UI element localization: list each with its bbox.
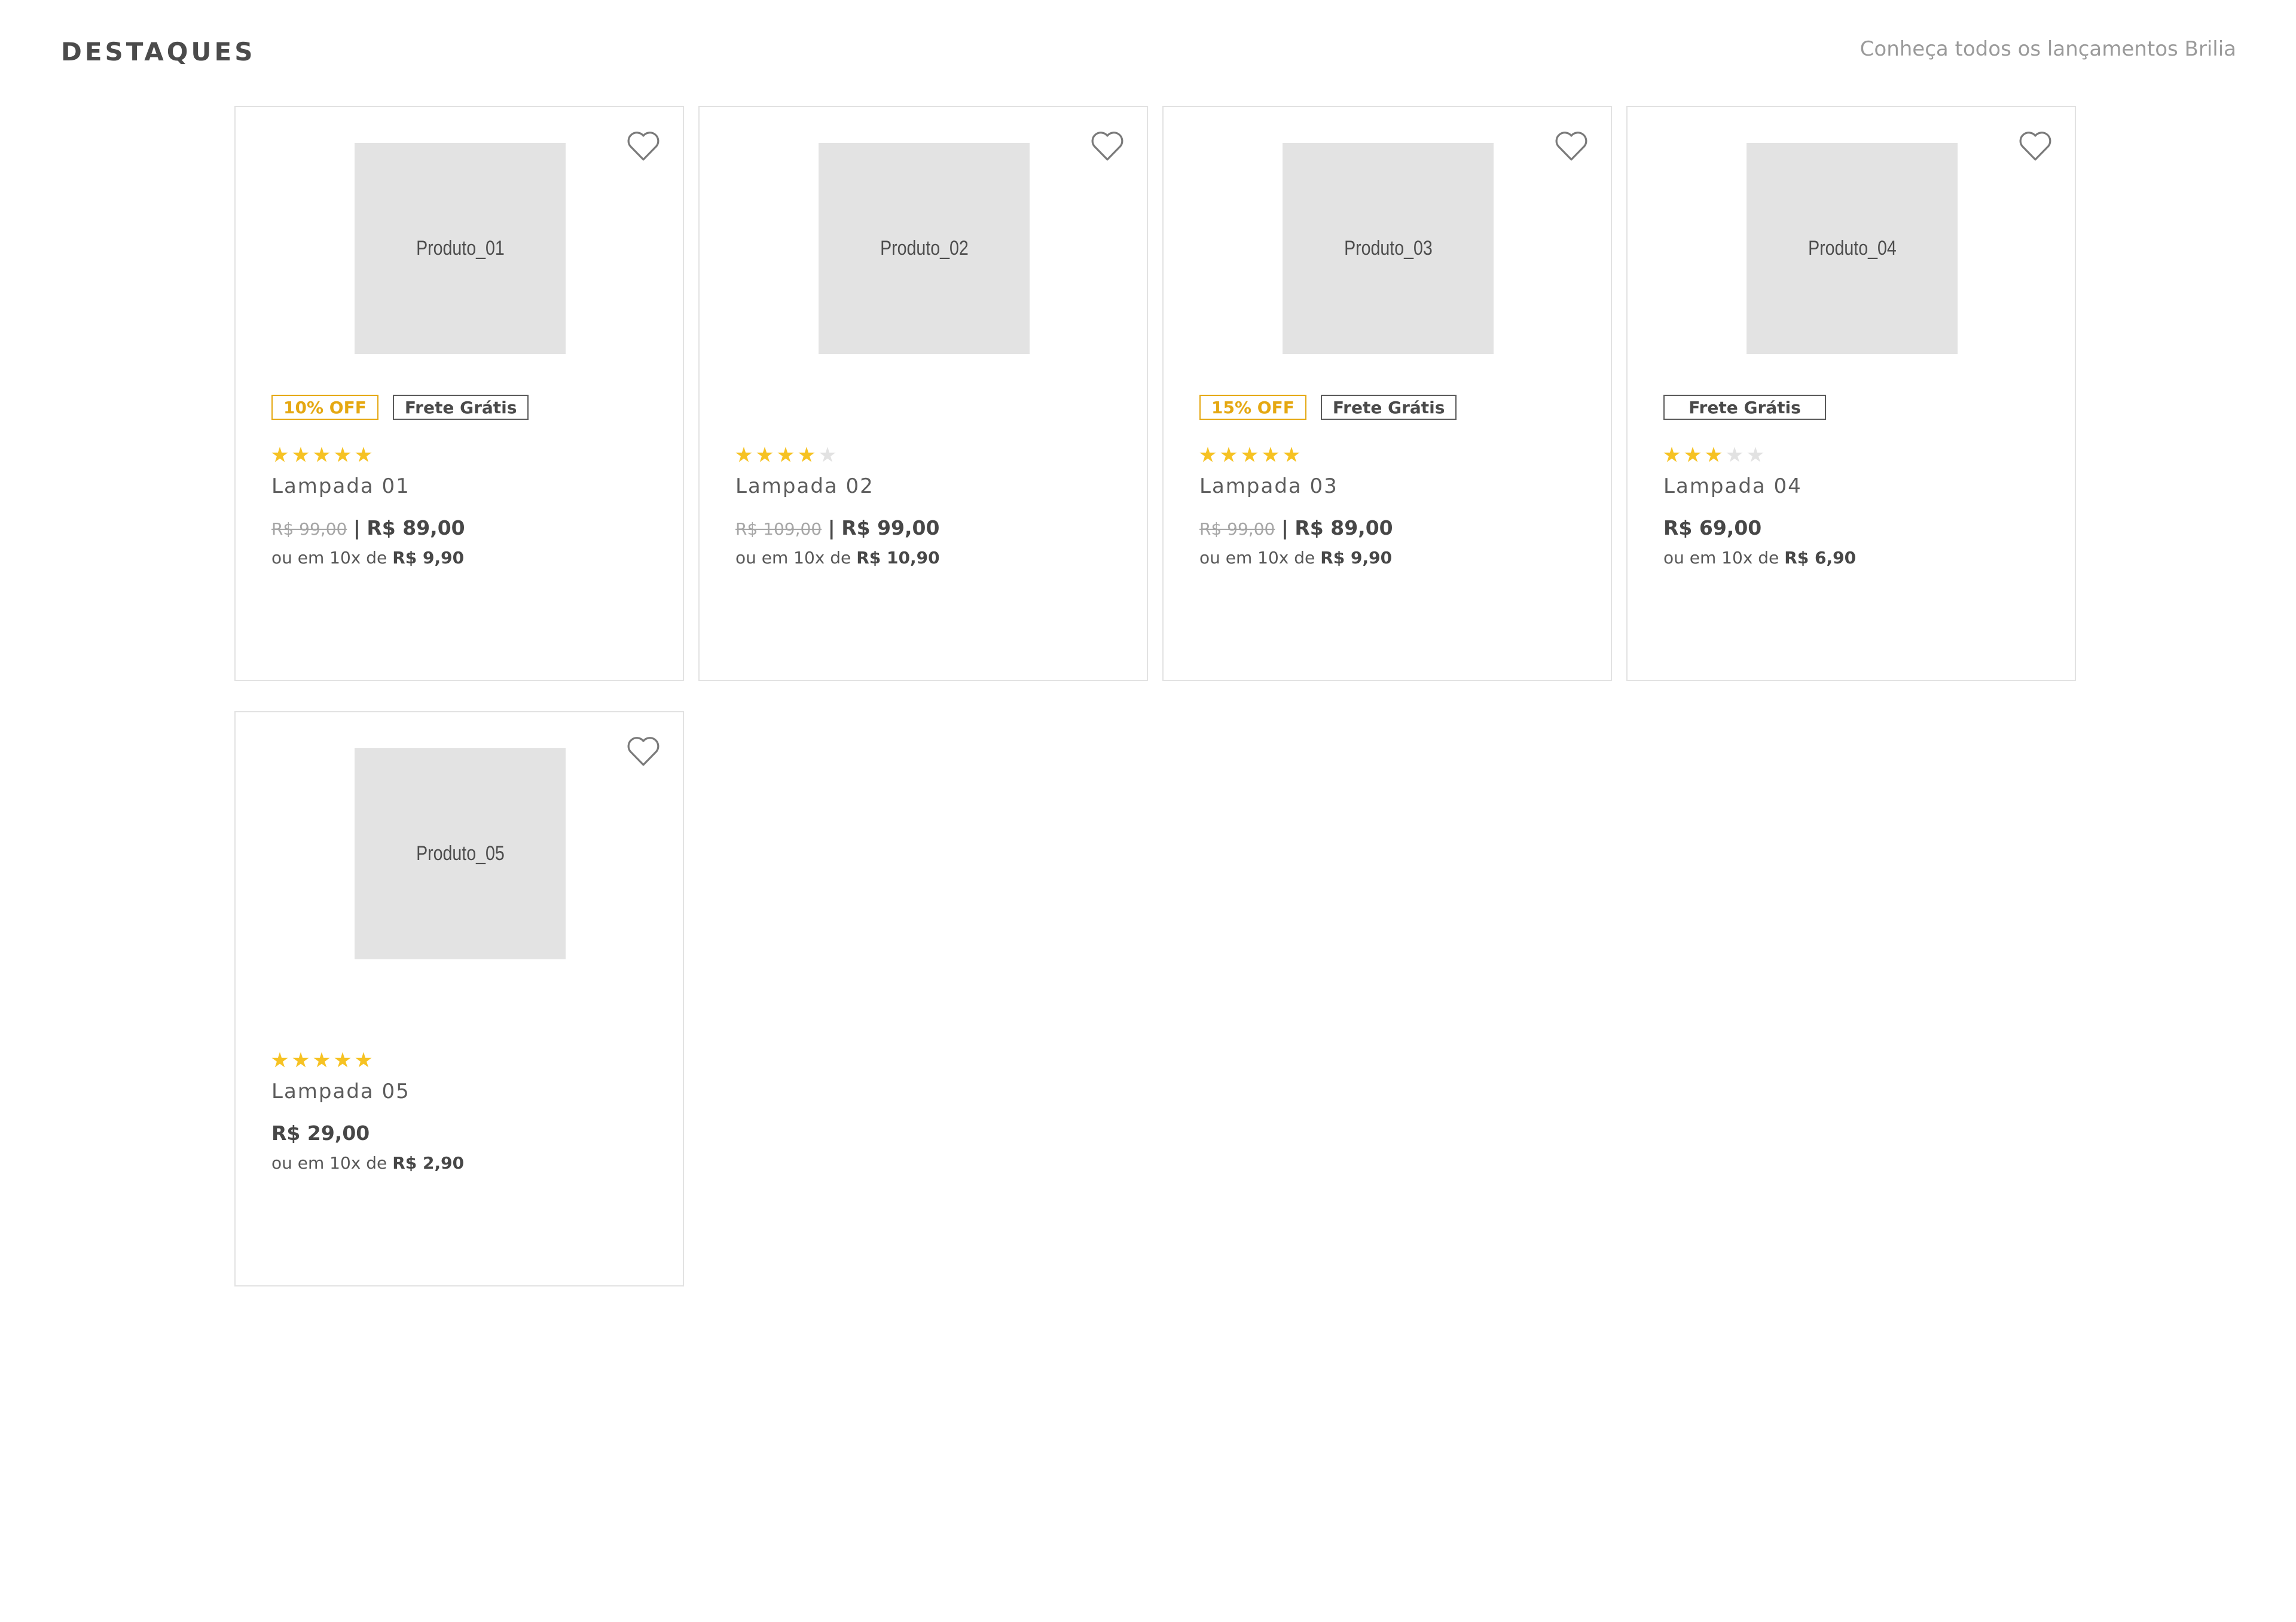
product-image[interactable]: Produto_01	[355, 143, 566, 354]
product-name[interactable]: Lampada 05	[271, 1080, 410, 1103]
star-icon	[1705, 447, 1722, 462]
installment-prefix: ou em 10x de	[735, 548, 851, 568]
star-icon	[819, 447, 836, 462]
discount-badge: 15% OFF	[1199, 395, 1306, 420]
section-title: DESTAQUES	[61, 37, 256, 66]
product-image-label: Produto_03	[1344, 237, 1433, 260]
star-icon	[1684, 447, 1701, 462]
star-icon	[1747, 447, 1764, 462]
favorite-heart-icon[interactable]	[625, 734, 661, 767]
star-icon	[1199, 447, 1216, 462]
installment-prefix: ou em 10x de	[271, 1153, 387, 1173]
product-image[interactable]: Produto_02	[819, 143, 1030, 354]
rating-stars	[1199, 447, 1300, 464]
star-icon	[355, 447, 372, 462]
current-price: R$ 89,00	[367, 516, 465, 539]
installment-line: ou em 10x de R$ 6,90	[1663, 548, 1856, 568]
star-icon	[271, 447, 288, 462]
product-card[interactable]: Produto_02 Lampada 02 R$ 109,00 | R$ 99,…	[698, 106, 1148, 681]
current-price: R$ 99,00	[841, 516, 940, 539]
star-icon	[292, 447, 309, 462]
discount-badge: 10% OFF	[271, 395, 378, 420]
star-icon	[1663, 447, 1680, 462]
badges: 10% OFF Frete Grátis	[271, 395, 529, 420]
product-card[interactable]: Produto_03 15% OFF Frete Grátis Lampada …	[1162, 106, 1612, 681]
star-icon	[756, 447, 773, 462]
favorite-heart-icon[interactable]	[2017, 129, 2053, 162]
favorite-heart-icon[interactable]	[625, 129, 661, 162]
price-separator: |	[353, 516, 361, 539]
star-icon	[313, 1052, 330, 1068]
badges: Frete Grátis	[1663, 395, 1826, 420]
old-price: R$ 109,00	[735, 519, 822, 539]
star-icon	[334, 447, 351, 462]
star-icon	[313, 447, 330, 462]
star-icon	[292, 1052, 309, 1068]
product-name[interactable]: Lampada 01	[271, 474, 410, 498]
product-card[interactable]: Produto_01 10% OFF Frete Grátis Lampada …	[234, 106, 684, 681]
old-price: R$ 99,00	[1199, 519, 1275, 539]
current-price: R$ 69,00	[1663, 516, 1762, 539]
installment-value: R$ 9,90	[1320, 548, 1393, 568]
installment-value: R$ 10,90	[856, 548, 940, 568]
product-name[interactable]: Lampada 02	[735, 474, 874, 498]
product-name[interactable]: Lampada 03	[1199, 474, 1338, 498]
old-price: R$ 99,00	[271, 519, 347, 539]
product-image-label: Produto_01	[416, 237, 505, 260]
star-icon	[1726, 447, 1743, 462]
price-separator: |	[1281, 516, 1289, 539]
star-icon	[1220, 447, 1237, 462]
star-icon	[1283, 447, 1300, 462]
star-icon	[735, 447, 752, 462]
favorite-heart-icon[interactable]	[1089, 129, 1125, 162]
price-line: R$ 29,00	[271, 1121, 370, 1145]
rating-stars	[735, 447, 836, 464]
installment-value: R$ 9,90	[392, 548, 465, 568]
free-shipping-badge: Frete Grátis	[392, 395, 529, 420]
installment-line: ou em 10x de R$ 10,90	[735, 548, 940, 568]
star-icon	[1241, 447, 1258, 462]
product-grid: Produto_01 10% OFF Frete Grátis Lampada …	[234, 106, 2076, 1286]
current-price: R$ 89,00	[1294, 516, 1393, 539]
product-image[interactable]: Produto_03	[1283, 143, 1494, 354]
star-icon	[798, 447, 815, 462]
installment-line: ou em 10x de R$ 9,90	[271, 548, 464, 568]
free-shipping-badge: Frete Grátis	[1320, 395, 1457, 420]
product-card[interactable]: Produto_04 Frete Grátis Lampada 04 R$ 69…	[1626, 106, 2076, 681]
star-icon	[271, 1052, 288, 1068]
price-line: R$ 109,00 | R$ 99,00	[735, 516, 939, 539]
product-image-label: Produto_04	[1808, 237, 1897, 260]
product-image[interactable]: Produto_04	[1747, 143, 1958, 354]
rating-stars	[271, 447, 372, 464]
installment-prefix: ou em 10x de	[1663, 548, 1779, 568]
price-line: R$ 99,00 | R$ 89,00	[271, 516, 465, 539]
product-image-label: Produto_05	[416, 842, 505, 865]
installment-line: ou em 10x de R$ 9,90	[1199, 548, 1392, 568]
price-line: R$ 99,00 | R$ 89,00	[1199, 516, 1393, 539]
installment-prefix: ou em 10x de	[1199, 548, 1315, 568]
installment-value: R$ 6,90	[1784, 548, 1857, 568]
free-shipping-badge: Frete Grátis	[1663, 395, 1826, 420]
price-separator: |	[828, 516, 835, 539]
price-line: R$ 69,00	[1663, 516, 1761, 539]
rating-stars	[1663, 447, 1764, 464]
product-image[interactable]: Produto_05	[355, 748, 566, 959]
installment-prefix: ou em 10x de	[271, 548, 387, 568]
product-card[interactable]: Produto_05 Lampada 05 R$ 29,00 ou em 10x…	[234, 711, 684, 1286]
current-price: R$ 29,00	[271, 1121, 370, 1145]
product-name[interactable]: Lampada 04	[1663, 474, 1802, 498]
star-icon	[355, 1052, 372, 1068]
installment-value: R$ 2,90	[392, 1153, 465, 1173]
badges: 15% OFF Frete Grátis	[1199, 395, 1457, 420]
star-icon	[1262, 447, 1279, 462]
favorite-heart-icon[interactable]	[1553, 129, 1589, 162]
rating-stars	[271, 1052, 372, 1069]
all-launches-link[interactable]: Conheça todos os lançamentos Brilia	[1860, 37, 2236, 61]
star-icon	[334, 1052, 351, 1068]
product-image-label: Produto_02	[880, 237, 969, 260]
star-icon	[777, 447, 794, 462]
installment-line: ou em 10x de R$ 2,90	[271, 1153, 464, 1173]
